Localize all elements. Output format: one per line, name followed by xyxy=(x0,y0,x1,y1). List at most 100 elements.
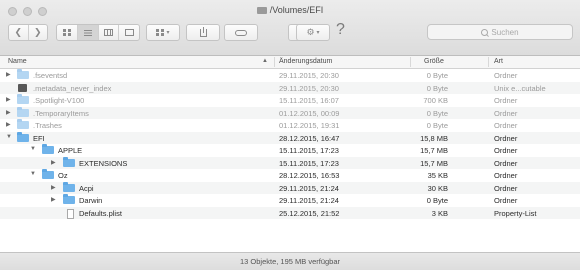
icon-view-button[interactable] xyxy=(57,25,78,40)
status-text: 13 Objekte, 195 MB verfügbar xyxy=(239,257,341,266)
disclosure-triangle-icon[interactable]: ▶ xyxy=(6,109,11,116)
disclosure-triangle-icon[interactable]: ▶ xyxy=(51,184,56,191)
forward-button[interactable]: ❯ xyxy=(29,25,48,40)
item-date: 01.12.2015, 19:31 xyxy=(279,121,340,130)
item-size: 0 Byte xyxy=(426,121,448,130)
tag-icon xyxy=(235,29,247,36)
item-name: .metadata_never_index xyxy=(33,83,112,93)
gear-icon: ⚙ xyxy=(306,27,315,37)
list-view-button[interactable] xyxy=(77,25,99,40)
window-title-text: /Volumes/EFI xyxy=(269,5,324,15)
folder-icon xyxy=(42,144,54,154)
list-item[interactable]: ▶ EXTENSIONS 15.11.2015, 17:23 15,7 MB O… xyxy=(0,156,580,169)
grid-icon xyxy=(62,29,71,36)
item-name: .fseventsd xyxy=(33,71,68,80)
list-item[interactable]: Defaults.plist 25.12.2015, 21:52 3 KB Pr… xyxy=(0,206,580,219)
folder-icon xyxy=(17,106,29,117)
item-date: 01.12.2015, 00:09 xyxy=(279,108,340,118)
status-bar: 13 Objekte, 195 MB verfügbar xyxy=(0,252,580,270)
item-kind: Unix e...cutable xyxy=(494,83,546,93)
cover-flow-icon xyxy=(124,29,134,36)
item-kind: Ordner xyxy=(494,196,518,205)
column-name[interactable]: Name xyxy=(8,58,27,65)
search-field[interactable]: Suchen xyxy=(427,24,573,40)
tags-button[interactable] xyxy=(224,24,258,41)
item-kind: Ordner xyxy=(494,171,518,180)
item-name: .Spotlight-V100 xyxy=(33,96,85,105)
list-item[interactable]: ▶ .fseventsd 29.11.2015, 20:30 0 Byte Or… xyxy=(0,69,580,82)
column-size[interactable]: Größe xyxy=(424,58,444,65)
item-size: 0 Byte xyxy=(426,83,448,93)
arrange-icon xyxy=(156,29,165,36)
item-kind: Ordner xyxy=(494,146,518,155)
disclosure-triangle-icon[interactable]: ▶ xyxy=(6,121,11,128)
list-item[interactable]: ▼ APPLE 15.11.2015, 17:23 15,7 MB Ordner xyxy=(0,144,580,157)
disclosure-triangle-open-icon[interactable]: ▼ xyxy=(30,171,36,177)
disclosure-triangle-icon[interactable]: ▶ xyxy=(6,96,11,103)
folder-icon xyxy=(17,131,29,142)
list-item[interactable]: ▶ .Trashes 01.12.2015, 19:31 0 Byte Ordn… xyxy=(0,119,580,132)
drive-icon xyxy=(256,7,267,14)
column-kind[interactable]: Art xyxy=(494,58,503,65)
disclosure-triangle-icon[interactable]: ▶ xyxy=(6,71,11,78)
item-kind: Ordner xyxy=(494,108,518,118)
disclosure-triangle-open-icon[interactable]: ▼ xyxy=(30,146,36,152)
item-name: Darwin xyxy=(79,196,103,205)
cover-flow-button[interactable] xyxy=(119,25,139,40)
item-name: Defaults.plist xyxy=(79,208,122,218)
list-item[interactable]: ▼ EFI 28.12.2015, 16:47 15,8 MB Ordner xyxy=(0,131,580,144)
item-name: EXTENSIONS xyxy=(79,158,128,168)
item-size: 15,8 MB xyxy=(420,133,448,143)
back-button[interactable]: ❮ xyxy=(9,25,29,40)
item-kind: Ordner xyxy=(494,133,518,143)
document-icon xyxy=(67,208,74,219)
column-divider[interactable] xyxy=(410,57,411,67)
item-date: 15.11.2015, 17:23 xyxy=(279,158,339,168)
item-date: 29.11.2015, 20:30 xyxy=(279,83,339,93)
view-mode-control xyxy=(56,24,140,41)
item-size: 3 KB xyxy=(431,208,448,218)
help-icon[interactable]: ? xyxy=(336,21,345,39)
action-button[interactable]: ⚙ ▾ xyxy=(296,24,330,41)
share-button[interactable] xyxy=(186,24,220,41)
list-icon xyxy=(83,29,92,36)
arrange-button[interactable]: ▾ xyxy=(146,24,180,41)
folder-icon xyxy=(63,156,75,167)
disclosure-triangle-icon[interactable]: ▶ xyxy=(51,159,56,166)
share-icon xyxy=(199,26,207,37)
folder-icon xyxy=(17,119,29,129)
column-divider[interactable] xyxy=(274,57,275,67)
list-item[interactable]: ▼ Oz 28.12.2015, 16:53 35 KB Ordner xyxy=(0,169,580,182)
list-item[interactable]: ▶ Darwin 29.11.2015, 21:24 0 Byte Ordner xyxy=(0,194,580,207)
columns-icon xyxy=(103,29,113,36)
item-date: 28.12.2015, 16:47 xyxy=(279,133,340,143)
list-item[interactable]: ▶ .TemporaryItems 01.12.2015, 00:09 0 By… xyxy=(0,106,580,119)
item-date: 29.11.2015, 21:24 xyxy=(279,196,339,205)
item-name: .TemporaryItems xyxy=(33,108,89,118)
disclosure-triangle-icon[interactable]: ▶ xyxy=(51,196,56,203)
item-size: 0 Byte xyxy=(426,108,448,118)
column-date[interactable]: Änderungsdatum xyxy=(279,58,332,65)
search-icon xyxy=(481,28,489,36)
item-kind: Property-List xyxy=(494,208,537,218)
item-size: 35 KB xyxy=(427,171,448,180)
list-item[interactable]: ▶ .Spotlight-V100 15.11.2015, 16:07 700 … xyxy=(0,94,580,107)
column-view-button[interactable] xyxy=(99,25,120,40)
item-size: 0 Byte xyxy=(426,71,448,80)
chevron-down-icon: ▾ xyxy=(316,30,320,36)
item-size: 15,7 MB xyxy=(420,158,448,168)
search-placeholder: Suchen xyxy=(491,27,519,37)
item-name: EFI xyxy=(33,133,45,143)
sort-ascending-icon[interactable]: ▲ xyxy=(262,58,268,64)
disclosure-triangle-open-icon[interactable]: ▼ xyxy=(6,134,12,140)
back-forward-control: ❮ ❯ xyxy=(8,24,48,41)
folder-icon xyxy=(17,69,29,79)
column-header: Name ▲ Änderungsdatum Größe Art xyxy=(0,56,580,69)
folder-icon xyxy=(63,181,75,192)
column-divider[interactable] xyxy=(488,57,489,67)
list-item[interactable]: ▶ Acpi 29.11.2015, 21:24 30 KB Ordner xyxy=(0,181,580,194)
item-kind: Ordner xyxy=(494,96,518,105)
item-size: 30 KB xyxy=(427,183,448,193)
list-item[interactable]: .metadata_never_index 29.11.2015, 20:30 … xyxy=(0,81,580,94)
executable-icon xyxy=(18,83,27,92)
